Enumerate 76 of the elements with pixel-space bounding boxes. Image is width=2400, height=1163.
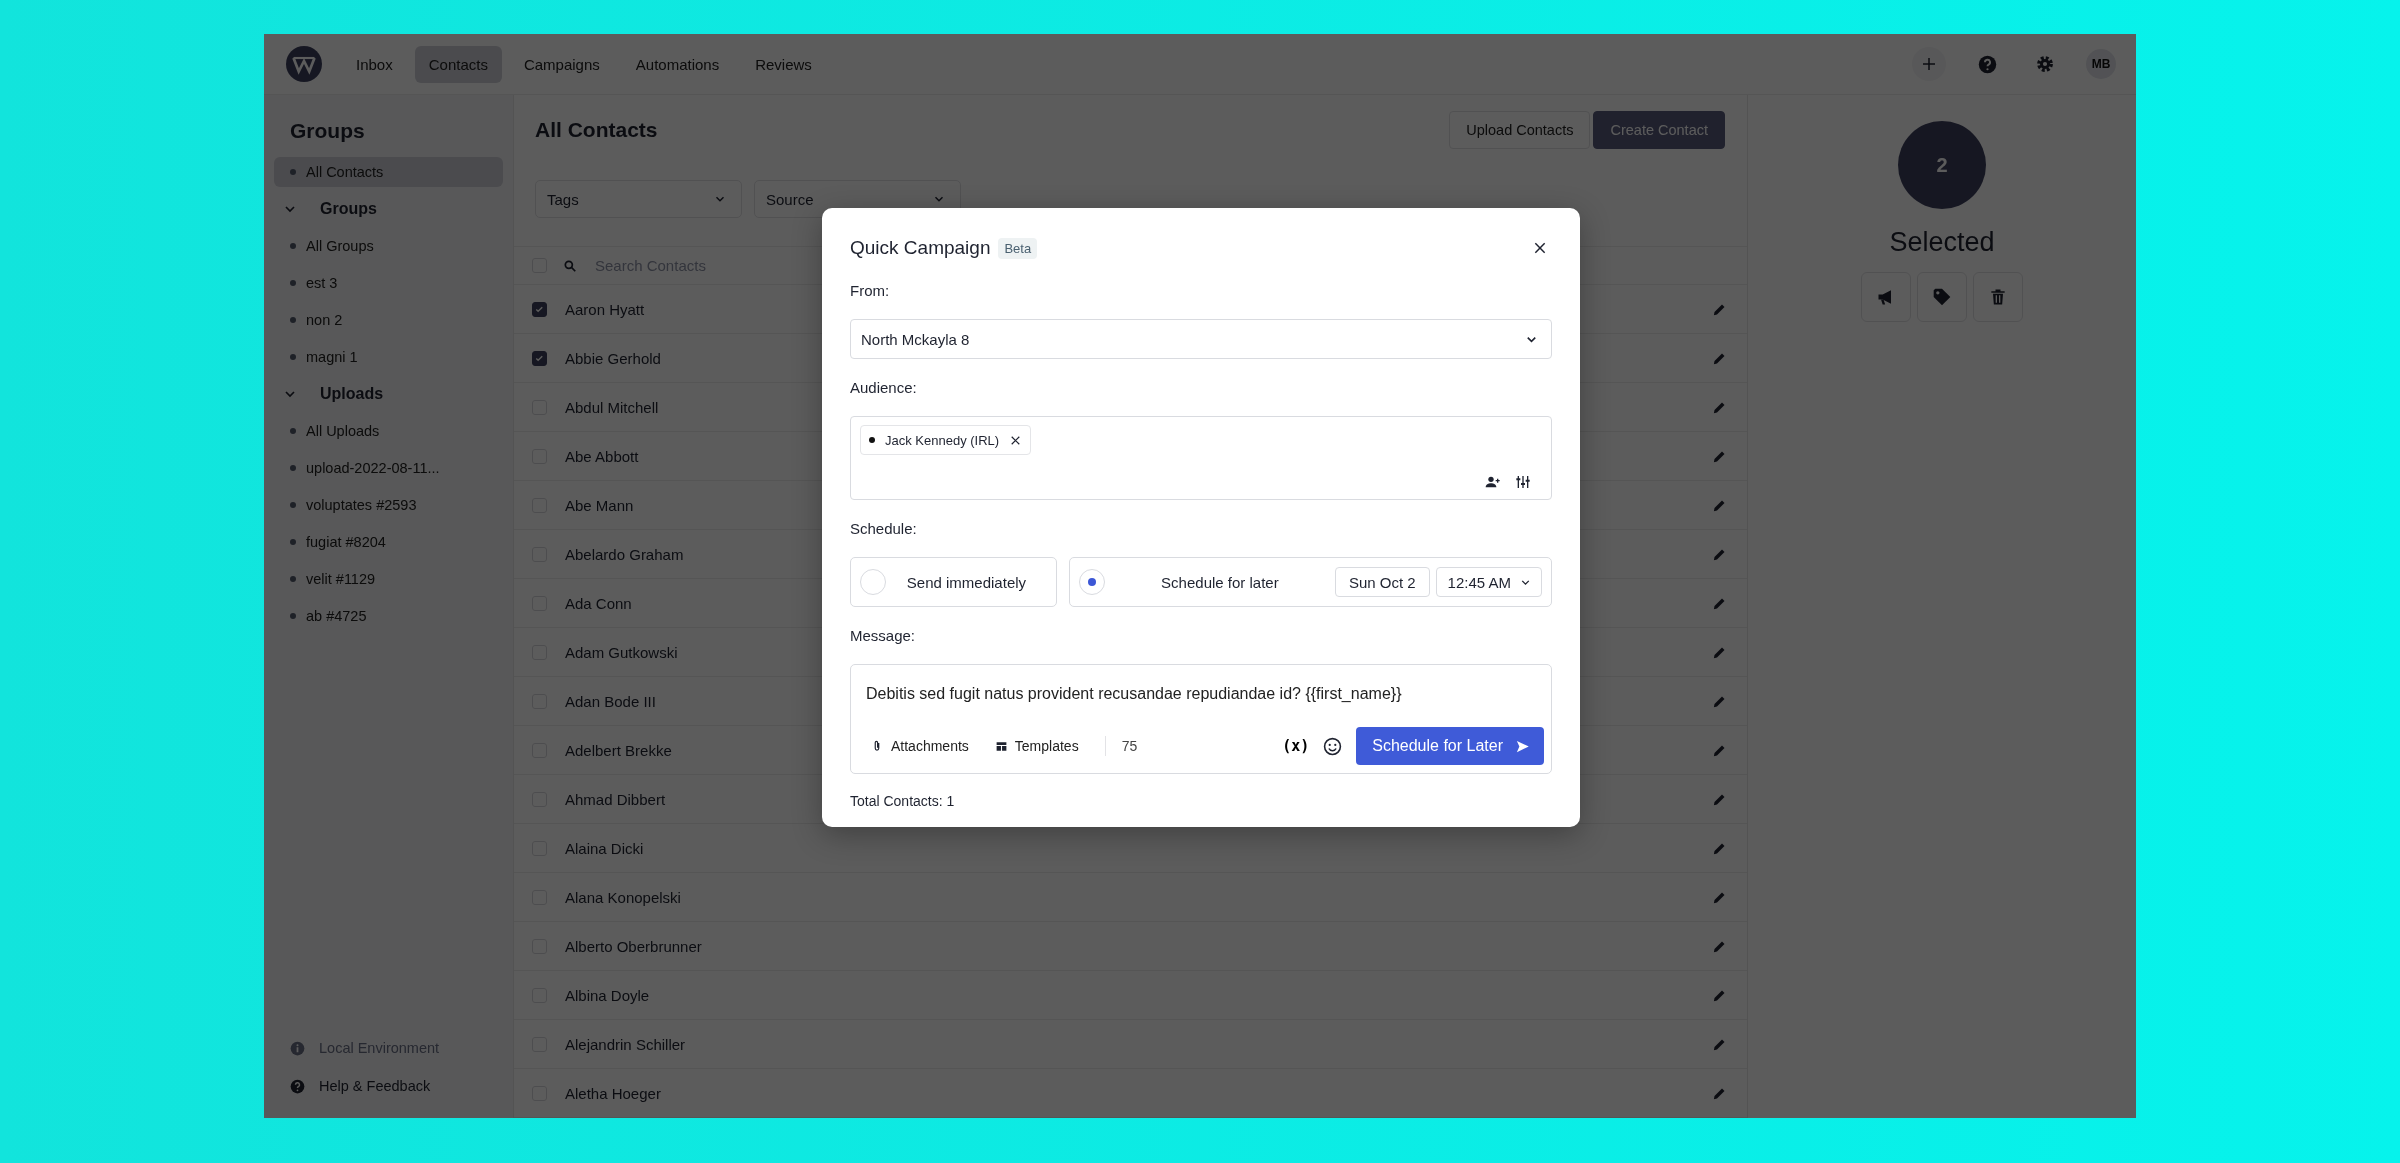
user-avatar[interactable]: MB xyxy=(2086,49,2116,79)
contact-name[interactable]: Alberto Oberbrunner xyxy=(565,937,1694,955)
option-label: Send immediately xyxy=(905,573,1028,591)
character-count: 75 xyxy=(1121,738,1139,754)
sidebar-item[interactable]: non 2 xyxy=(274,305,503,335)
selected-label: Selected xyxy=(1889,227,1995,258)
schedule-option[interactable]: Schedule for later Sun Oct 2 12:45 AM xyxy=(1068,557,1552,607)
selected-count: 2 xyxy=(1898,121,1986,209)
sidebar-item[interactable]: velit #1129 xyxy=(274,564,503,594)
page-title: All Contacts xyxy=(535,118,659,142)
section-header[interactable]: Groups xyxy=(274,194,503,224)
beta-badge: Beta xyxy=(998,237,1038,259)
nav-tab[interactable]: Campaigns xyxy=(509,45,614,83)
upload-contacts-button[interactable]: Upload Contacts xyxy=(1449,111,1591,149)
section-header[interactable]: Uploads xyxy=(274,379,503,409)
attachments-button[interactable]: Attachments xyxy=(866,738,981,754)
templates-button[interactable]: Templates xyxy=(990,738,1091,754)
variable-button[interactable]: (x) xyxy=(1282,737,1310,755)
dialog-title: Quick Campaign xyxy=(850,237,991,259)
field-label: Schedule: xyxy=(850,520,918,537)
schedule-option[interactable]: Send immediately xyxy=(850,557,1057,607)
field-label: Message: xyxy=(850,627,917,644)
contact-name[interactable]: Alaina Dicki xyxy=(565,839,1694,857)
nav-tab[interactable]: Automations xyxy=(621,45,734,83)
send-icon xyxy=(1515,738,1530,754)
sidebar-item[interactable]: All Contacts xyxy=(274,157,503,187)
sidebar-item[interactable]: ab #4725 xyxy=(274,601,503,631)
date-field[interactable]: Sun Oct 2 xyxy=(1334,567,1430,597)
sidebar-item[interactable]: All Uploads xyxy=(274,416,503,446)
sidebar-item[interactable]: upload-2022-08-11... xyxy=(274,453,503,483)
from-select[interactable]: North Mckayla 8 xyxy=(850,319,1552,359)
help-icon xyxy=(290,1078,305,1094)
sidebar-item[interactable]: magni 1 xyxy=(274,342,503,372)
schedule-button[interactable]: Schedule for Later xyxy=(1356,727,1544,765)
nav-tab[interactable]: Inbox xyxy=(342,45,407,83)
add-button[interactable] xyxy=(1912,47,1946,81)
help-icon xyxy=(1977,54,1997,74)
row-checkbox[interactable] xyxy=(532,350,547,366)
contact-name[interactable]: Albina Doyle xyxy=(565,986,1694,1004)
filter-dropdown[interactable]: Tags xyxy=(535,180,742,218)
sidebar-link[interactable]: Help & Feedback xyxy=(290,1078,487,1094)
contact-name[interactable]: Aletha Hoeger xyxy=(565,1084,1694,1102)
tag-icon xyxy=(1932,287,1952,307)
add-person-icon[interactable] xyxy=(1485,474,1501,490)
audience-chip[interactable]: Jack Kennedy (IRL) xyxy=(860,425,1032,455)
row-checkbox[interactable] xyxy=(532,301,547,317)
campaign-button[interactable] xyxy=(1861,272,1911,322)
sidebar-item[interactable]: fugiat #8204 xyxy=(274,527,503,557)
settings-icon xyxy=(2035,54,2055,74)
info-icon xyxy=(290,1040,305,1056)
sidebar-item[interactable]: est 3 xyxy=(274,268,503,298)
field-label: From: xyxy=(850,282,891,299)
trash-icon xyxy=(1988,287,2008,307)
total-contacts: Total Contacts: 1 xyxy=(850,793,956,809)
close-icon xyxy=(1532,240,1548,256)
field-label: Audience: xyxy=(850,379,918,396)
sidebar-item[interactable]: voluptates #2593 xyxy=(274,490,503,520)
sidebar-item[interactable]: All Groups xyxy=(274,231,503,261)
sidebar-title: Groups xyxy=(290,119,366,143)
emoji-icon[interactable] xyxy=(1323,736,1343,756)
plus-icon xyxy=(1920,55,1938,73)
contact-name[interactable]: Alejandrin Schiller xyxy=(565,1035,1694,1053)
nav-tab[interactable]: Contacts xyxy=(414,45,502,83)
sliders-icon[interactable] xyxy=(1515,474,1531,490)
option-label: Schedule for later xyxy=(1160,573,1280,591)
tag-button[interactable] xyxy=(1917,272,1967,322)
template-icon xyxy=(994,739,1008,753)
logo-icon[interactable] xyxy=(286,46,322,82)
message-field[interactable]: Debitis sed fugit natus provident recusandae repudiandae id? {{first_name}} Attachments Templates 75 (x) Schedule for Later xyxy=(850,664,1552,774)
search-icon xyxy=(563,258,577,273)
time-select[interactable]: 12:45 AM xyxy=(1435,567,1542,597)
nav-tab[interactable]: Reviews xyxy=(741,45,826,83)
audience-field[interactable]: Jack Kennedy (IRL) xyxy=(850,416,1552,500)
delete-button[interactable] xyxy=(1973,272,2023,322)
chip-label: Jack Kennedy (IRL) xyxy=(885,432,1000,448)
contact-name[interactable]: Alana Konopelski xyxy=(565,888,1694,906)
